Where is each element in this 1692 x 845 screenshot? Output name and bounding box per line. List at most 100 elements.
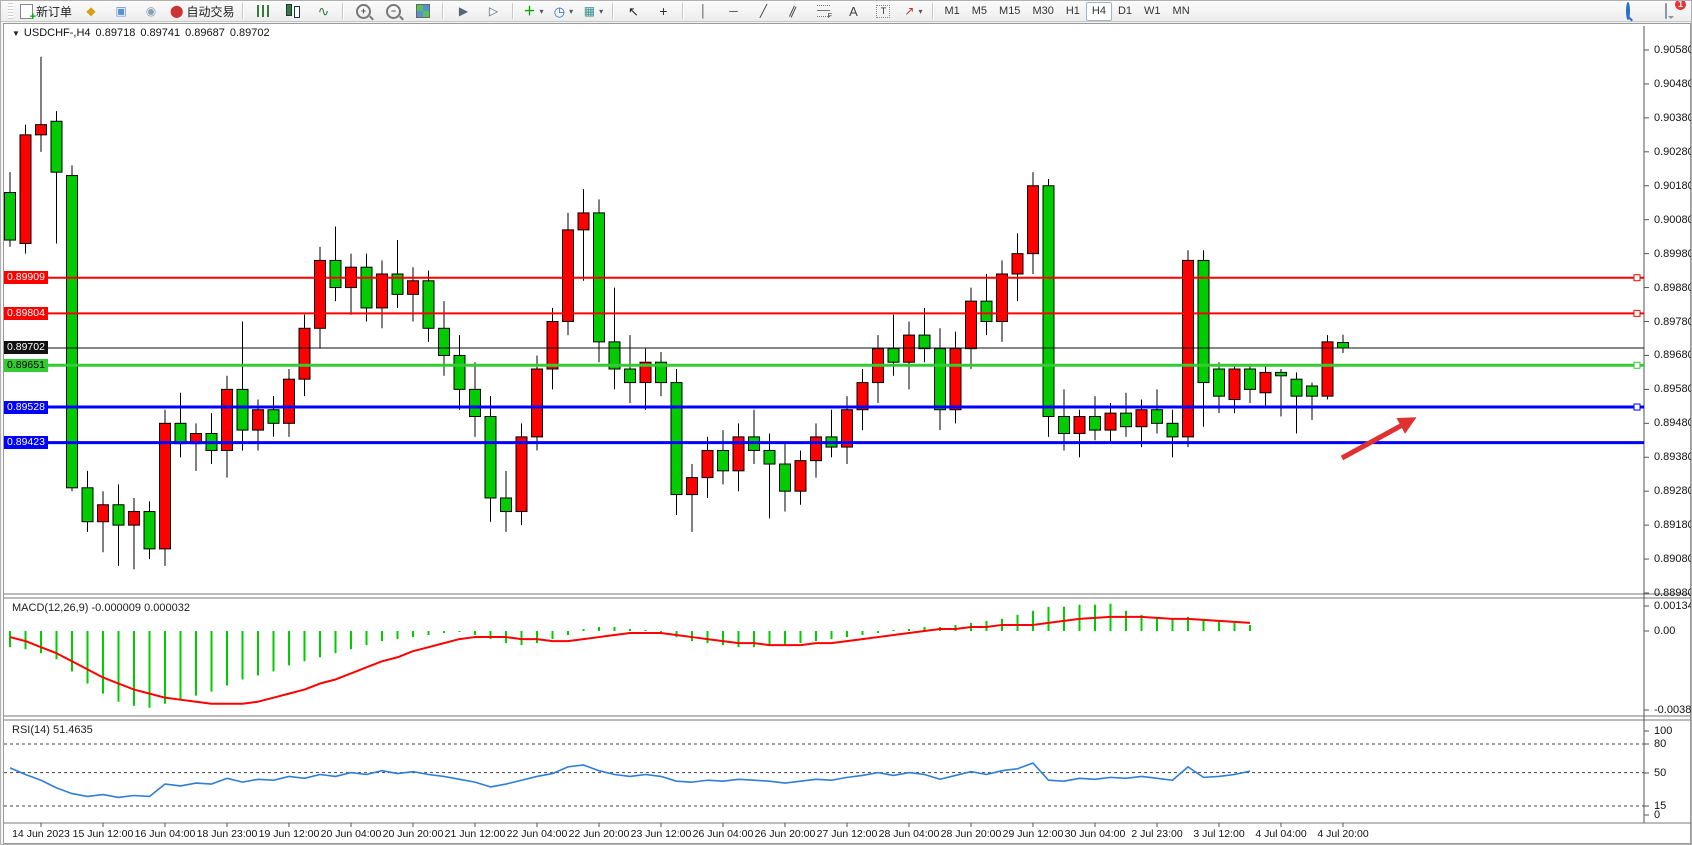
publish-button[interactable]: ▣ [106,1,136,22]
channel-button[interactable]: ∥ [778,1,808,22]
bar-chart-icon [257,5,269,17]
candlestick-chart-button[interactable] [278,1,308,22]
zoom-out-button[interactable]: − [378,1,408,22]
notifications-button[interactable]: 1 [1651,1,1681,22]
timeframe-m1-button[interactable]: M1 [938,2,965,21]
candle-body [1152,410,1163,424]
candle-body [1136,410,1147,427]
periods-button[interactable]: ◷▾ [548,1,578,22]
candle-body [718,450,729,470]
resistance-line-2-price-label: 0.89804 [4,307,48,320]
metaeditor-button[interactable]: ◆ [76,1,106,22]
text-label-button[interactable]: T [868,1,898,22]
candle-body [299,328,310,379]
rsi-axis-label: 0 [1654,809,1660,821]
zoom-in-button[interactable]: + [348,1,378,22]
candle-body [1012,254,1023,274]
candle-body [1245,369,1256,389]
fibonacci-icon: F [817,5,830,17]
resistance-line-2-handle-right[interactable] [1634,310,1640,316]
horizontal-line-button[interactable]: ─ [718,1,748,22]
chart-shift-button[interactable]: ▷ [478,1,508,22]
bar-chart-button[interactable] [248,1,278,22]
chevron-down-icon: ▾ [918,7,922,16]
price-tick-label: 0.90280 [1654,146,1692,158]
candle-body [966,301,977,349]
text-icon: A [849,5,858,18]
timeframe-h4-button[interactable]: H4 [1086,2,1112,21]
candle-body [268,410,279,424]
price-tick-label: 0.89080 [1654,553,1692,565]
candle-body [20,135,31,244]
timeframe-m5-button[interactable]: M5 [966,2,993,21]
line-chart-button[interactable]: ∿ [308,1,338,22]
chevron-down-icon: ▾ [569,7,573,16]
search-button[interactable] [1613,1,1643,22]
candle-body [904,335,915,362]
rsi-value: 51.4635 [53,724,93,736]
timeframe-mn-button[interactable]: MN [1167,2,1196,21]
candle-body [284,379,295,423]
chart-menu-icon[interactable]: ▼ [12,29,20,38]
fibonacci-button[interactable]: F [808,1,838,22]
candle-body [764,450,775,464]
ohlc-close: 0.89702 [230,27,270,39]
main-toolbar: +新订单◆▣◉⬤自动交易∿+−▶▷＋▾◷▾▦▾↖+│─╱∥FAT↗▾M1M5M1… [1,1,1692,22]
arrows-button[interactable]: ↗▾ [898,1,928,22]
crosshair-button[interactable]: + [648,1,678,22]
templates-icon: ▦ [584,5,595,17]
timeframe-m15-button[interactable]: M15 [993,2,1026,21]
indicators-icon: ＋ [523,5,535,17]
timeframe-d1-button[interactable]: D1 [1112,2,1138,21]
candle-body [501,498,512,512]
vertical-line-button[interactable]: │ [688,1,718,22]
indicators-button[interactable]: ＋▾ [518,1,548,22]
chevron-down-icon: ▾ [539,7,543,16]
price-tick-label: 0.90480 [1654,78,1692,90]
timeframe-m30-button[interactable]: M30 [1026,2,1059,21]
timeframe-w1-button[interactable]: W1 [1138,2,1167,21]
support-line-green-price-label: 0.89651 [4,359,48,372]
text-button[interactable]: A [838,1,868,22]
support-line-blue-1-price-label: 0.89528 [4,401,48,414]
auto-scroll-button[interactable]: ▶ [448,1,478,22]
templates-button[interactable]: ▦▾ [578,1,608,22]
cursor-button[interactable]: ↖ [618,1,648,22]
price-tick-label: 0.89680 [1654,349,1692,361]
candle-body [237,389,248,430]
signals-button[interactable]: ◉ [136,1,166,22]
resistance-line-1-handle-right[interactable] [1634,275,1640,281]
search-icon [1626,4,1630,18]
new-order-button[interactable]: +新订单 [16,1,76,22]
arrow-annotation[interactable] [1342,423,1406,458]
metaeditor-icon: ◆ [86,5,95,17]
candle-body [547,322,558,370]
chart-window[interactable]: ▼USDCHF-,H40.897180.897410.896870.89702 … [3,23,1691,844]
timeframe-h1-button[interactable]: H1 [1060,2,1086,21]
text-label-icon: T [876,5,890,18]
time-axis-label: 4 Jul 20:00 [1298,828,1388,840]
crosshair-icon: + [659,4,667,18]
autotrading-button[interactable]: ⬤自动交易 [166,1,238,22]
candle-body [919,335,930,349]
price-tick-label: 0.89380 [1654,451,1692,463]
chevron-down-icon: ▾ [599,7,603,16]
candle-body [1167,423,1178,437]
horizontal-line-icon: ─ [729,5,738,17]
trendline-button[interactable]: ╱ [748,1,778,22]
ohlc-open: 0.89718 [96,27,136,39]
support-line-green-handle-right[interactable] [1634,362,1640,368]
tile-windows-button[interactable] [408,1,438,22]
candle-body [1059,417,1070,434]
candle-body [702,450,713,477]
support-line-blue-1-handle-right[interactable] [1634,404,1640,410]
candle-body [935,349,946,410]
candle-body [1260,372,1271,392]
ohlc-high: 0.89741 [140,27,180,39]
candle-body [377,274,388,308]
price-tick-label: 0.90080 [1654,214,1692,226]
chart-symbol-period: USDCHF-,H4 [24,27,91,39]
chart-title: ▼USDCHF-,H40.897180.897410.896870.89702 [12,27,275,39]
chart-canvas[interactable] [4,24,1692,845]
candle-body [1183,260,1194,436]
